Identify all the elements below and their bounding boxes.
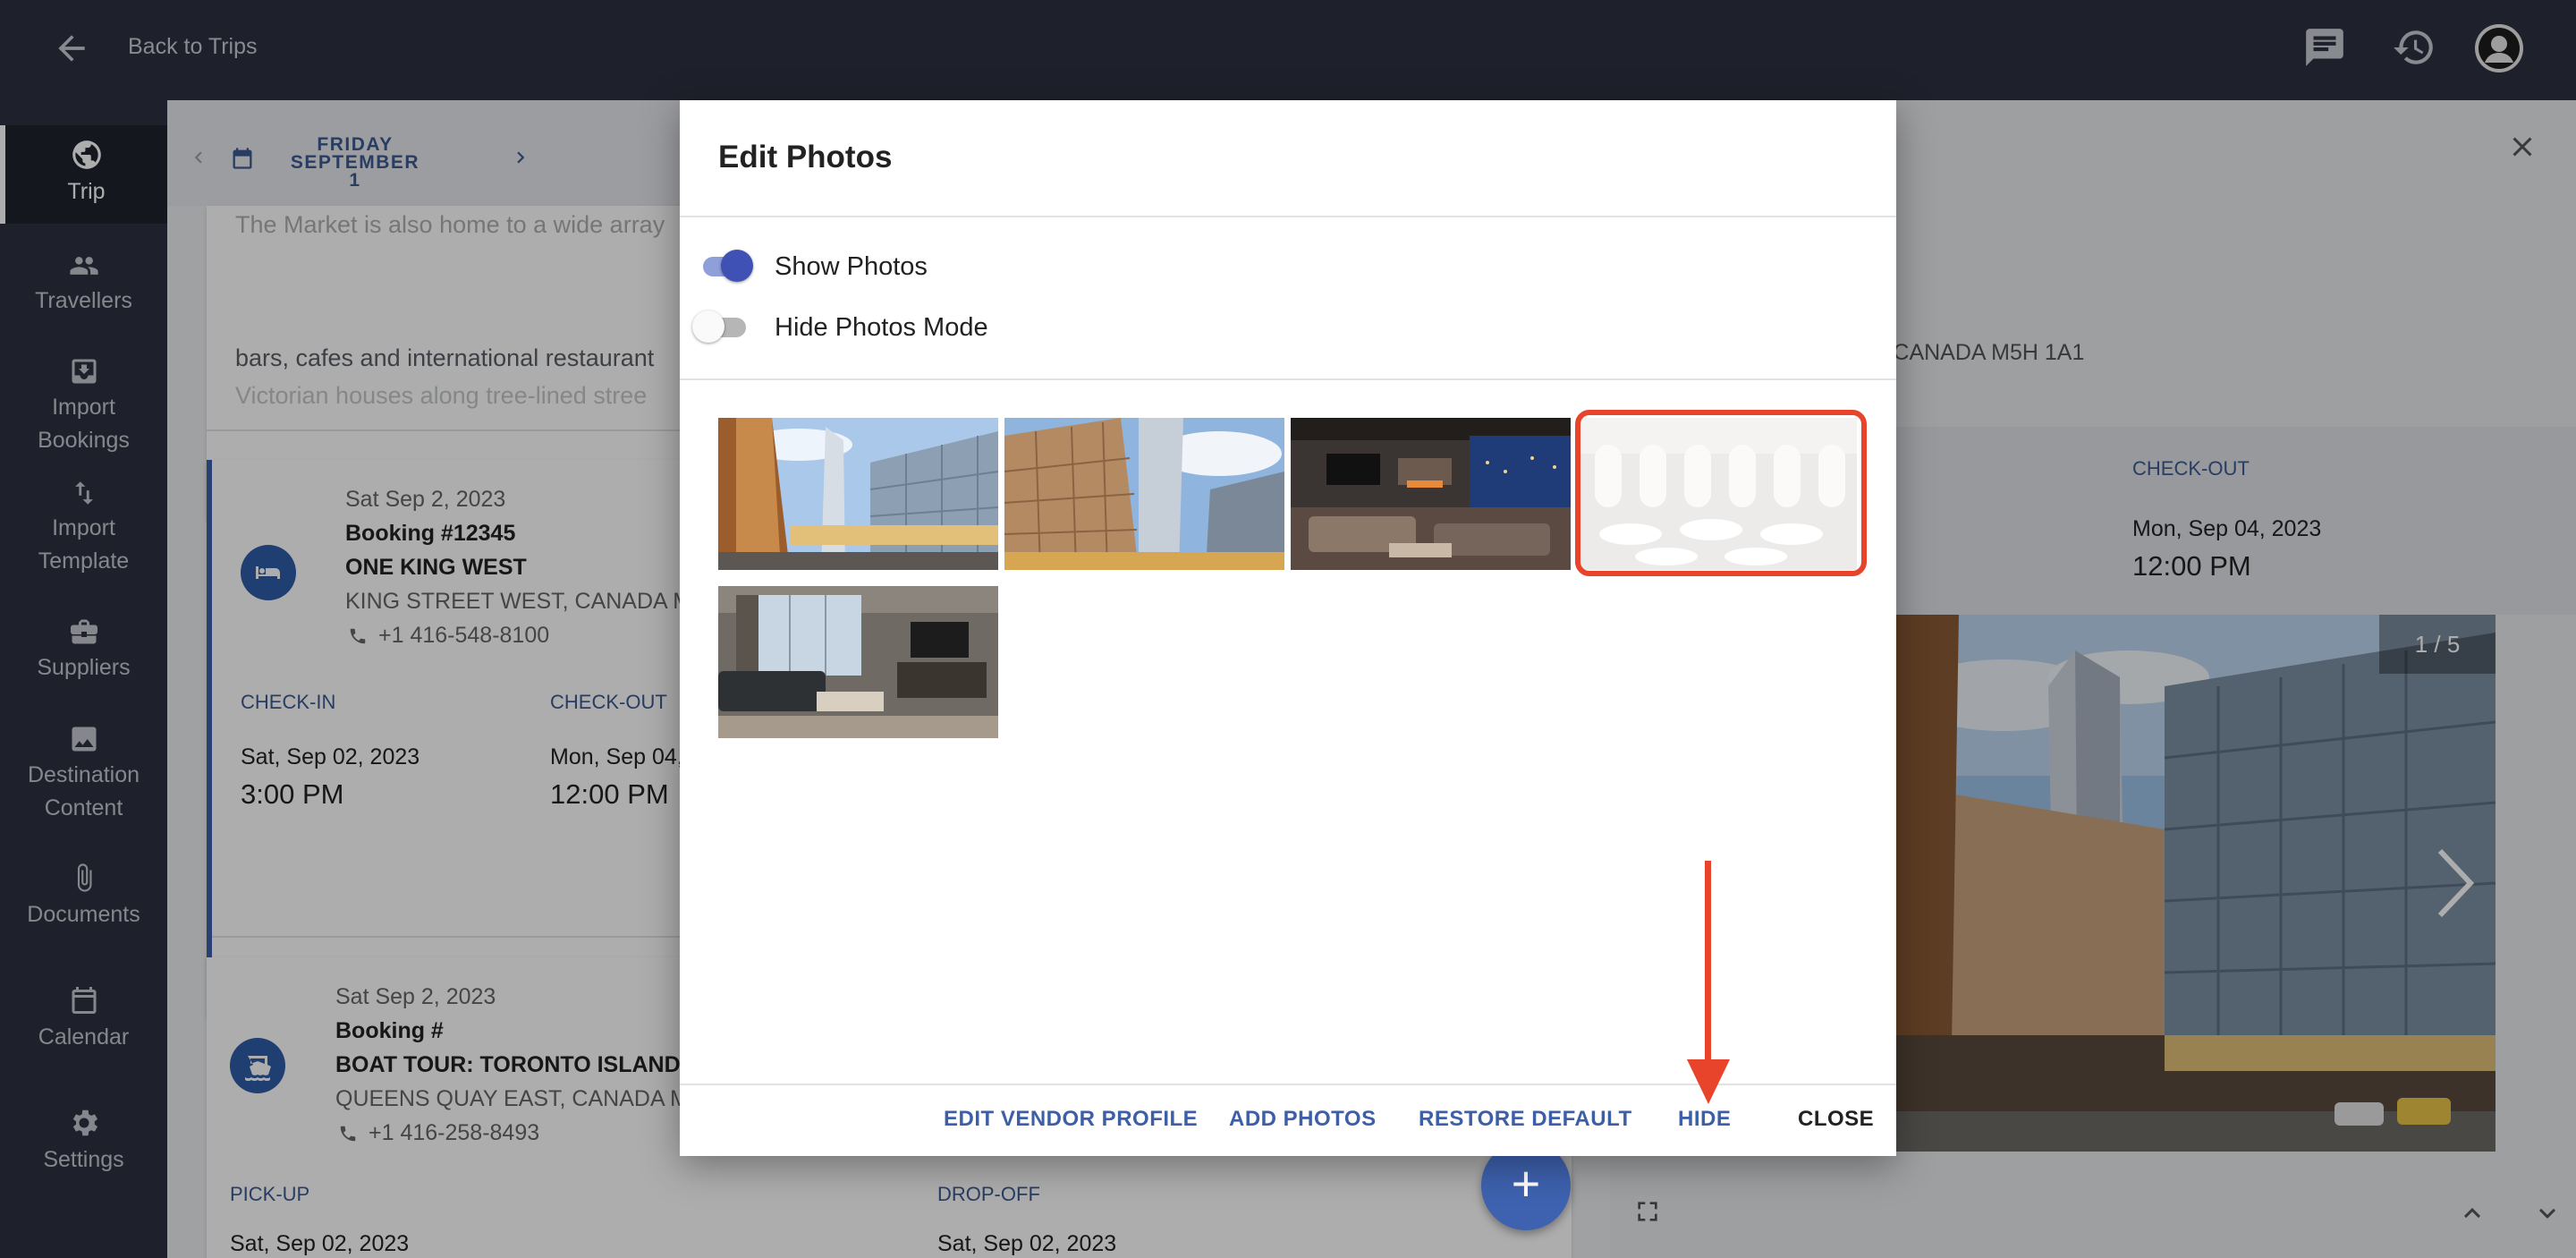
toggle-knob	[692, 310, 724, 343]
photo-thumbnail[interactable]	[718, 418, 998, 570]
hotel-suite-photo	[718, 586, 998, 738]
dialog-title: Edit Photos	[718, 140, 893, 174]
photo-thumbnail[interactable]	[1004, 418, 1284, 570]
show-photos-label: Show Photos	[775, 252, 928, 281]
selection-highlight	[1575, 410, 1867, 576]
edit-vendor-profile-button[interactable]: EDIT VENDOR PROFILE	[944, 1107, 1198, 1132]
restore-default-button[interactable]: RESTORE DEFAULT	[1419, 1107, 1632, 1132]
photo-thumbnail[interactable]	[1291, 418, 1571, 570]
street-tower-photo	[718, 418, 998, 570]
annotation-arrow	[1705, 861, 1711, 1067]
photo-thumbnail[interactable]	[718, 586, 998, 738]
show-photos-toggle[interactable]	[698, 250, 753, 282]
divider	[680, 216, 1896, 217]
hide-button[interactable]: HIDE	[1678, 1107, 1731, 1132]
divider	[680, 378, 1896, 380]
add-photos-button[interactable]: ADD PHOTOS	[1229, 1107, 1377, 1132]
hide-photos-mode-toggle[interactable]	[692, 310, 748, 343]
hide-photos-mode-label: Hide Photos Mode	[775, 313, 988, 342]
toggle-knob	[721, 250, 753, 282]
lounge-room-photo	[1291, 418, 1571, 570]
building-facade-photo	[1004, 418, 1284, 570]
annotation-arrow-head	[1687, 1059, 1730, 1104]
close-button[interactable]: CLOSE	[1798, 1107, 1874, 1132]
edit-photos-dialog: Edit Photos Show Photos Hide Photos Mode	[680, 100, 1896, 1156]
